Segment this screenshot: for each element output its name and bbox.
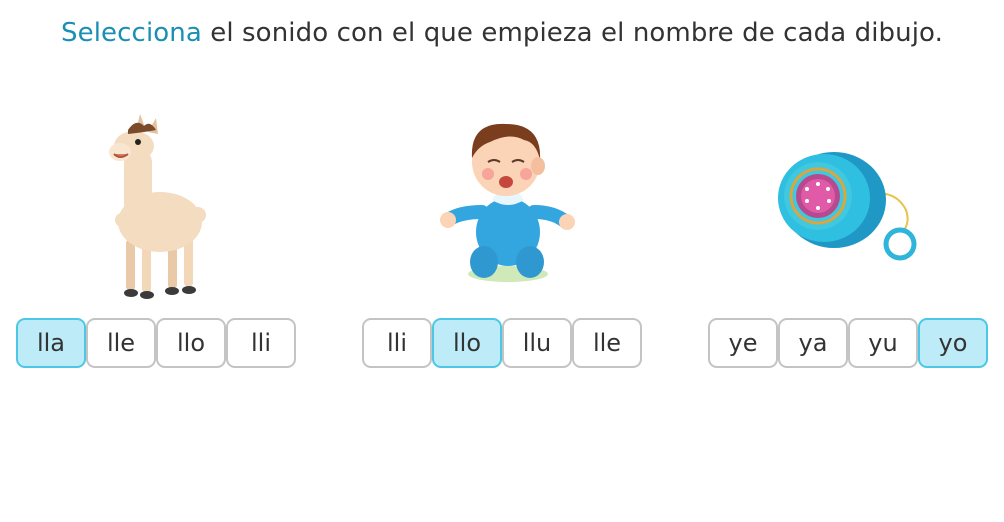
- option-group-3: ye ya yu yo: [708, 318, 988, 368]
- option-ya[interactable]: ya: [778, 318, 848, 368]
- option-llo[interactable]: llo: [432, 318, 502, 368]
- option-group-1: lla lle llo lli: [16, 318, 296, 368]
- option-ye[interactable]: ye: [708, 318, 778, 368]
- option-llo[interactable]: llo: [156, 318, 226, 368]
- option-lla[interactable]: lla: [16, 318, 86, 368]
- option-yu[interactable]: yu: [848, 318, 918, 368]
- option-lle[interactable]: lle: [572, 318, 642, 368]
- option-group-2: lli llo llu lle: [362, 318, 642, 368]
- option-lli[interactable]: lli: [362, 318, 432, 368]
- option-llu[interactable]: llu: [502, 318, 572, 368]
- llama-image: [100, 110, 210, 302]
- instruction-highlight: Selecciona: [61, 18, 202, 48]
- baby-image: [440, 112, 575, 288]
- option-lle[interactable]: lle: [86, 318, 156, 368]
- instruction-text: Selecciona el sonido con el que empieza …: [0, 18, 1004, 48]
- option-yo[interactable]: yo: [918, 318, 988, 368]
- activity-stage: Selecciona el sonido con el que empieza …: [0, 0, 1004, 522]
- yoyo-image: [776, 150, 926, 268]
- instruction-rest: el sonido con el que empieza el nombre d…: [201, 18, 943, 48]
- option-lli[interactable]: lli: [226, 318, 296, 368]
